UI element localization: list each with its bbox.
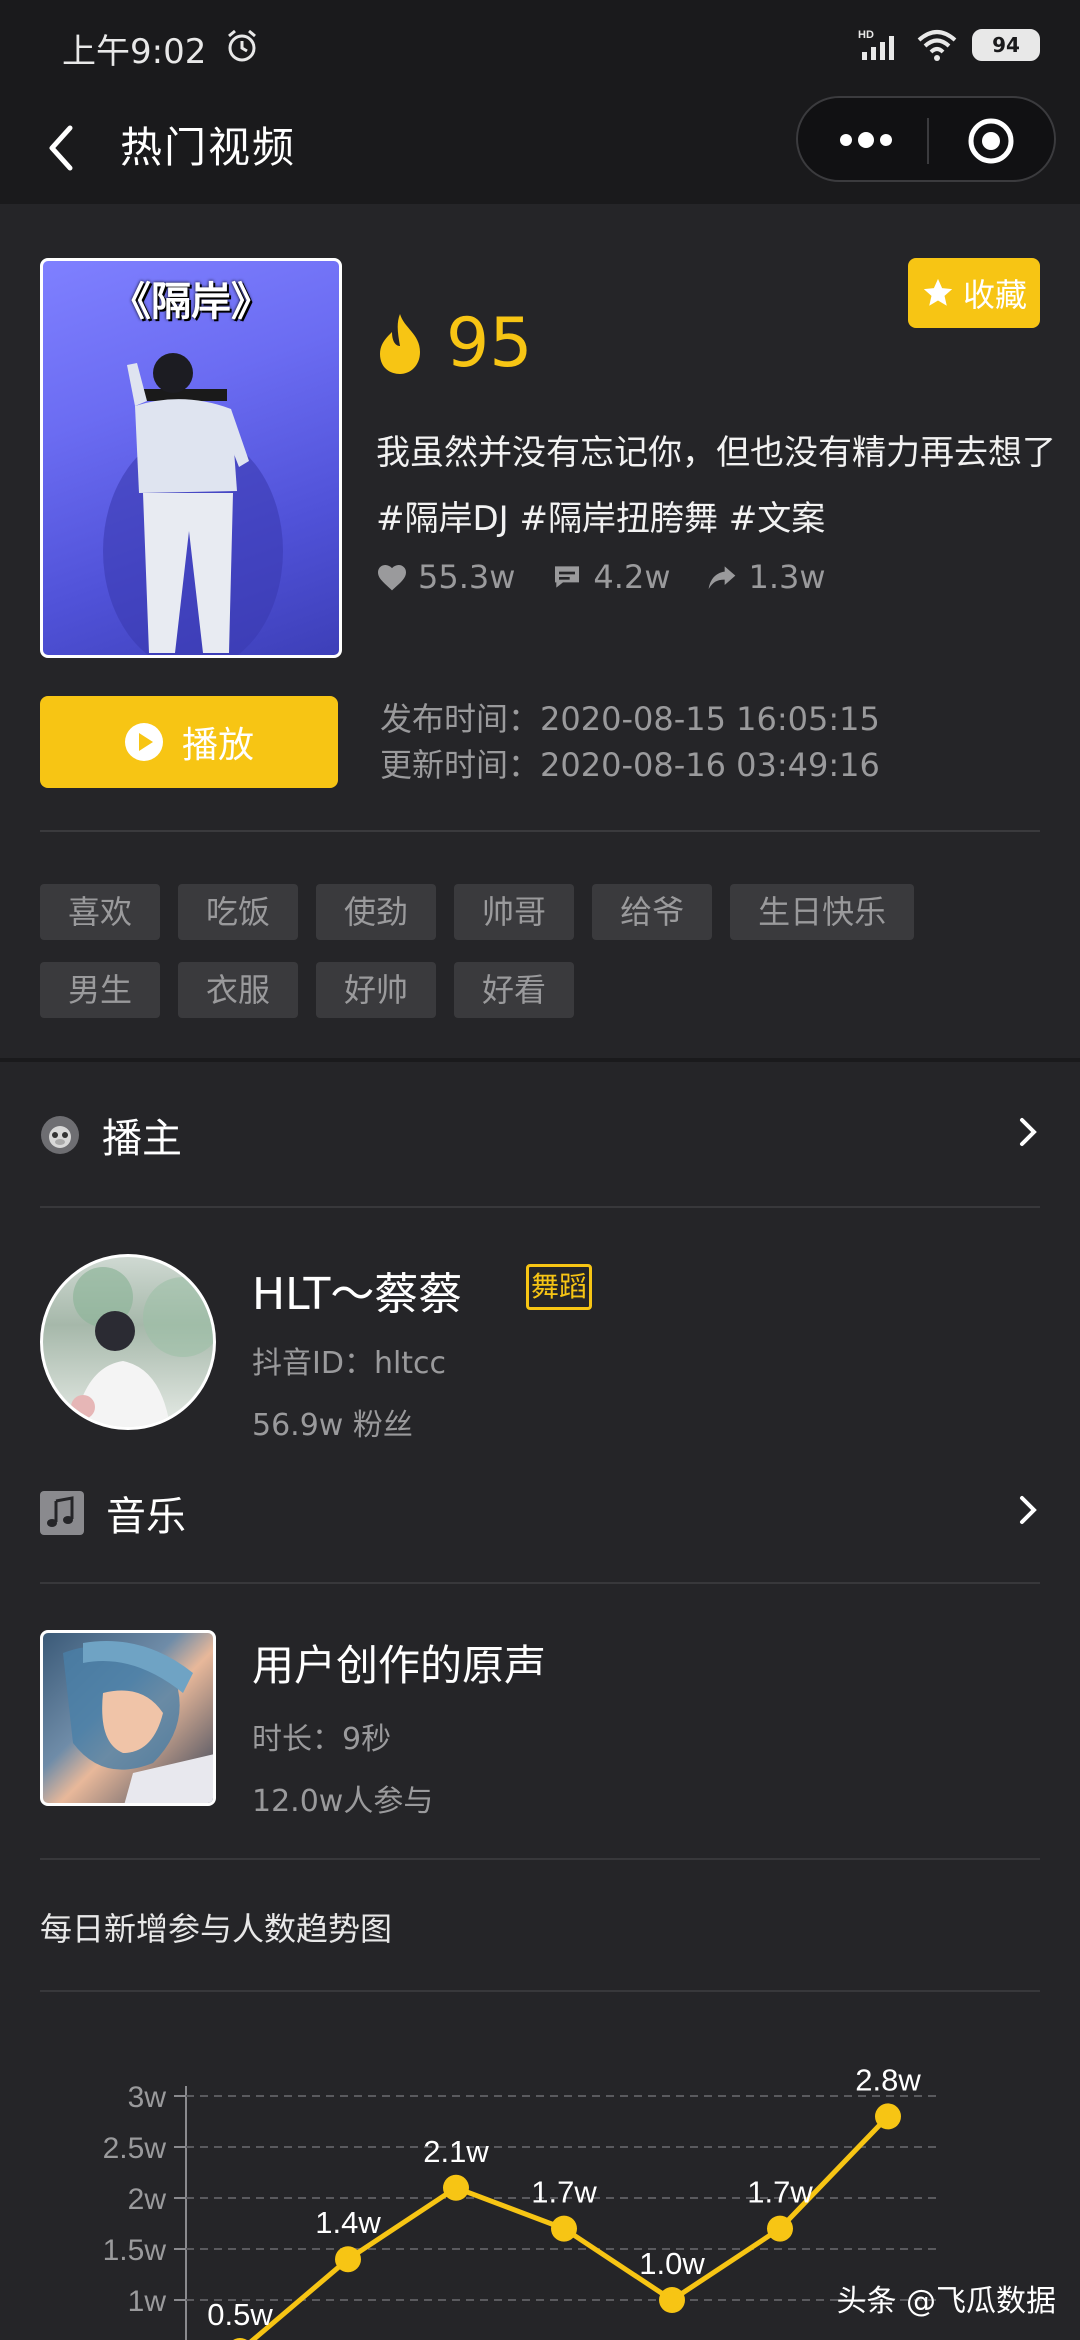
favorite-label: 收藏 <box>962 276 1027 314</box>
y-tick-label: 2.5w <box>103 2132 167 2165</box>
shares-stat: 1.3w <box>706 558 826 596</box>
y-tick-label: 3w <box>128 2081 167 2114</box>
data-point <box>767 2215 793 2242</box>
battery-indicator: 94 <box>972 29 1040 61</box>
tag-list: 喜欢 吃饭 使劲 帅哥 给爷 生日快乐 男生 衣服 好帅 好看 <box>40 884 1040 1018</box>
tag[interactable]: 喜欢 <box>40 884 161 940</box>
close-miniapp-icon[interactable] <box>966 116 1016 166</box>
data-point <box>659 2287 685 2313</box>
y-tick-label: 1w <box>128 2285 167 2318</box>
tag[interactable]: 给爷 <box>592 884 713 940</box>
data-label: 2.8w <box>855 2062 921 2097</box>
update-time: 更新时间：2020-08-16 03:49:16 <box>380 746 880 784</box>
flame-icon <box>380 313 420 374</box>
hot-score: 95 <box>374 304 533 383</box>
star-icon <box>923 278 953 306</box>
data-point <box>443 2174 469 2201</box>
play-label: 播放 <box>181 725 254 766</box>
tag[interactable]: 使劲 <box>316 884 437 940</box>
status-indicators: HD 94 <box>858 28 1040 62</box>
music-duration: 时长：9秒 <box>252 1722 392 1757</box>
video-card: 《隔岸》 收藏 95 我虽然并没有忘记你，但也没有精力再去想了#隔岸DJ #隔岸… <box>0 204 1080 1058</box>
shares-count: 1.3w <box>748 558 826 596</box>
capsule-divider <box>927 118 929 164</box>
music-title[interactable]: 用户创作的原声 <box>252 1632 546 1693</box>
music-note-icon <box>40 1491 84 1535</box>
back-icon[interactable] <box>40 118 84 178</box>
alarm-icon <box>228 29 256 62</box>
comment-icon <box>555 566 580 588</box>
data-point <box>875 2103 901 2130</box>
chevron-right-icon[interactable] <box>1016 1492 1040 1528</box>
play-icon <box>124 723 163 761</box>
video-description: 我虽然并没有忘记你，但也没有精力再去想了#隔岸DJ #隔岸扭胯舞 #文案 <box>376 433 1056 539</box>
publish-time: 发布时间：2020-08-15 16:05:15 <box>380 700 880 738</box>
nav-bar: 热门视频 <box>0 96 1080 204</box>
divider <box>40 1990 1040 1992</box>
chart-title: 每日新增参与人数趋势图 <box>40 1910 393 1948</box>
data-point <box>335 2246 361 2273</box>
avatar-figure <box>71 1267 213 1427</box>
video-times: 发布时间：2020-08-15 16:05:15 更新时间：2020-08-16… <box>380 696 880 788</box>
tag[interactable]: 吃饭 <box>178 884 299 940</box>
status-bar: 上午9:02 HD 94 <box>0 0 1080 96</box>
more-icon[interactable] <box>836 128 896 152</box>
status-time: 上午9:02 <box>62 32 207 72</box>
douyin-id: 抖音ID：hltcc <box>252 1346 447 1381</box>
fans-count: 56.9w 粉丝 <box>252 1408 413 1443</box>
cover-figure <box>103 353 283 655</box>
play-button[interactable]: 播放 <box>40 696 338 788</box>
divider <box>40 1582 1040 1584</box>
video-stats: 55.3w 4.2w 1.3w <box>376 558 826 596</box>
heart-icon <box>378 565 406 591</box>
music-participants: 12.0w人参与 <box>252 1784 434 1819</box>
data-label: 1.7w <box>531 2175 597 2210</box>
monkey-icon <box>41 1116 79 1154</box>
data-label: 0.5w <box>207 2297 273 2332</box>
music-section-title: 音乐 <box>106 1494 186 1540</box>
music-cover-art <box>63 1641 213 1803</box>
music-cover[interactable] <box>40 1630 216 1806</box>
divider <box>40 830 1040 832</box>
comments-count: 4.2w <box>593 558 671 596</box>
share-icon <box>709 566 736 589</box>
likes-stat: 55.3w <box>376 558 515 596</box>
creator-name[interactable]: HLT～蔡蔡 <box>252 1258 462 1322</box>
likes-count: 55.3w <box>418 558 516 596</box>
divider <box>40 1206 1040 1208</box>
category-badge: 舞蹈 <box>526 1264 592 1310</box>
creator-section-title: 播主 <box>102 1116 182 1162</box>
divider <box>40 1858 1040 1860</box>
tag[interactable]: 男生 <box>40 962 161 1018</box>
tag[interactable]: 好帅 <box>316 962 437 1018</box>
miniapp-capsule <box>796 96 1056 182</box>
y-tick-label: 2w <box>128 2183 167 2216</box>
data-point <box>551 2215 577 2242</box>
y-tick-label: 1.5w <box>103 2234 167 2267</box>
data-label: 1.4w <box>315 2205 381 2240</box>
chevron-right-icon[interactable] <box>1016 1114 1040 1150</box>
tag[interactable]: 好看 <box>454 962 575 1018</box>
video-cover[interactable]: 《隔岸》 <box>40 258 342 658</box>
svg-text:HD: HD <box>858 29 874 41</box>
hot-value: 95 <box>446 304 533 383</box>
tag[interactable]: 帅哥 <box>454 884 575 940</box>
page-title: 热门视频 <box>120 123 297 172</box>
tag[interactable]: 衣服 <box>178 962 299 1018</box>
favorite-button[interactable]: 收藏 <box>908 258 1040 328</box>
signal-icon: HD <box>858 29 894 60</box>
data-label: 2.1w <box>423 2134 489 2169</box>
creator-header[interactable]: 播主 <box>40 1106 182 1164</box>
data-label: 1.7w <box>747 2175 813 2210</box>
music-header[interactable]: 音乐 <box>40 1484 186 1542</box>
tag[interactable]: 生日快乐 <box>730 884 915 940</box>
wifi-icon <box>917 30 957 61</box>
comments-stat: 4.2w <box>551 558 670 596</box>
avatar[interactable] <box>40 1254 216 1430</box>
watermark: 头条 @飞瓜数据 <box>836 2284 1056 2319</box>
data-label: 1.0w <box>639 2246 705 2281</box>
